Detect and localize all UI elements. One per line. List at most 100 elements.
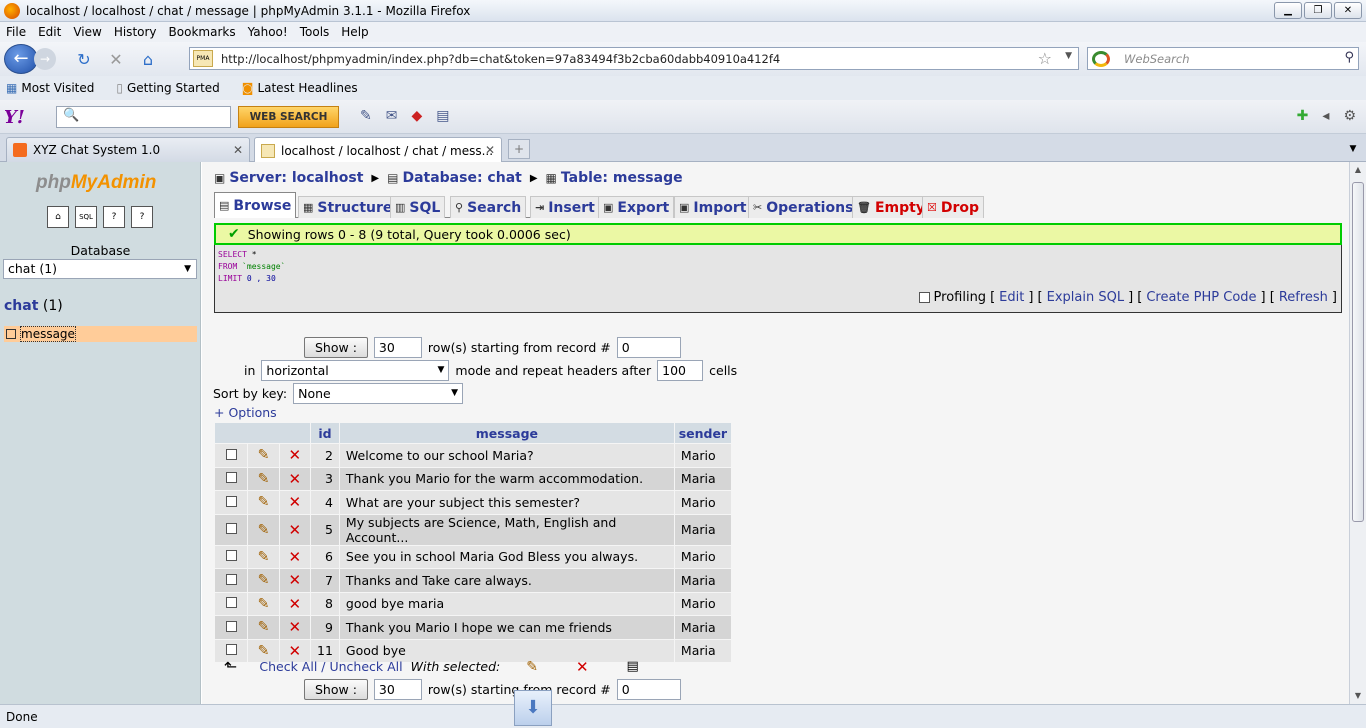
close-tab-icon[interactable]: ✕ bbox=[233, 143, 243, 157]
bookmark-getting-started[interactable]: ▯ Getting Started bbox=[116, 81, 219, 95]
edit-pencil-icon[interactable]: ✎ bbox=[258, 494, 270, 510]
column-header-message[interactable]: message bbox=[339, 423, 674, 443]
show-button[interactable]: Show : bbox=[304, 337, 368, 358]
tab-xyz-chat[interactable]: XYZ Chat System 1.0 ✕ bbox=[6, 137, 250, 162]
edit-pencil-icon[interactable]: ✎ bbox=[258, 596, 270, 612]
delete-x-icon[interactable]: ✕ bbox=[289, 548, 302, 566]
mail-icon[interactable]: ✉ bbox=[386, 108, 398, 124]
rows-input[interactable]: 30 bbox=[373, 337, 422, 358]
delete-x-icon[interactable]: ✕ bbox=[289, 493, 302, 511]
sort-select[interactable]: None ▼ bbox=[293, 383, 464, 404]
tab-import[interactable]: ▣ Import bbox=[674, 196, 752, 218]
row-checkbox[interactable] bbox=[225, 550, 237, 562]
db-link[interactable]: chat bbox=[4, 298, 38, 314]
options-toggle[interactable]: + Options bbox=[214, 405, 277, 420]
create-php-code-link[interactable]: Create PHP Code bbox=[1146, 290, 1256, 305]
tab-drop[interactable]: ☒ Drop bbox=[922, 196, 985, 218]
vertical-scrollbar[interactable]: ▲ ▼ bbox=[1349, 162, 1366, 704]
minimize-button[interactable]: ▁ bbox=[1274, 2, 1302, 19]
menu-view[interactable]: View bbox=[73, 25, 101, 39]
toolbar-notepad-icon[interactable]: ✎ bbox=[360, 108, 372, 124]
sidebar-item-message[interactable]: message bbox=[4, 326, 197, 342]
url-bar[interactable]: PMA http://localhost/phpmyadmin/index.ph… bbox=[189, 47, 1079, 70]
edit-pencil-icon[interactable]: ✎ bbox=[258, 522, 270, 538]
menu-bookmarks[interactable]: Bookmarks bbox=[169, 25, 236, 39]
database-select[interactable]: chat (1) ▼ bbox=[3, 259, 197, 279]
menu-edit[interactable]: Edit bbox=[38, 25, 61, 39]
bookmarks-icon[interactable]: ▤ bbox=[436, 108, 449, 124]
row-checkbox[interactable] bbox=[225, 448, 237, 460]
tab-sql[interactable]: ▥ SQL bbox=[390, 196, 446, 218]
refresh-link[interactable]: Refresh bbox=[1279, 290, 1328, 305]
maximize-button[interactable]: ❐ bbox=[1304, 2, 1332, 19]
row-checkbox[interactable] bbox=[225, 523, 237, 534]
export-selected-icon[interactable]: ▤ bbox=[627, 659, 639, 674]
search-bar[interactable]: WebSearch ⚲ bbox=[1087, 47, 1359, 70]
edit-link[interactable]: Edit bbox=[999, 290, 1024, 305]
repeat-headers-input[interactable]: 100 bbox=[657, 360, 704, 381]
reload-icon[interactable]: ↻ bbox=[74, 50, 94, 69]
games-icon[interactable]: ◆ bbox=[411, 108, 422, 124]
menu-file[interactable]: File bbox=[6, 25, 26, 39]
edit-pencil-icon[interactable]: ✎ bbox=[258, 471, 270, 487]
tab-empty[interactable]: 🗑 Empty bbox=[852, 196, 930, 218]
delete-x-icon[interactable]: ✕ bbox=[289, 470, 302, 488]
forward-button[interactable]: → bbox=[34, 48, 56, 70]
start-record-input-bottom[interactable]: 0 bbox=[616, 679, 681, 700]
delete-x-icon[interactable]: ✕ bbox=[289, 446, 302, 464]
yahoo-search-input[interactable]: 🔍 bbox=[56, 106, 231, 128]
delete-x-icon[interactable]: ✕ bbox=[289, 595, 302, 613]
tab-export[interactable]: ▣ Export bbox=[598, 196, 675, 218]
explain-sql-link[interactable]: Explain SQL bbox=[1047, 290, 1124, 305]
breadcrumb-table[interactable]: Table: message bbox=[561, 170, 683, 186]
rows-input-bottom[interactable]: 30 bbox=[373, 679, 422, 700]
display-mode-select[interactable]: horizontal ▼ bbox=[261, 360, 450, 381]
home-icon[interactable]: ⌂ bbox=[47, 206, 69, 228]
delete-x-icon[interactable]: ✕ bbox=[289, 521, 302, 539]
phpmyadmin-logo[interactable]: phpMyAdmin bbox=[36, 172, 156, 194]
tab-browse[interactable]: ▤ Browse bbox=[214, 192, 297, 218]
check-all-link[interactable]: Check All bbox=[259, 659, 317, 674]
search-engine-icon[interactable] bbox=[1092, 50, 1110, 67]
close-window-button[interactable]: ✕ bbox=[1334, 2, 1362, 19]
edit-selected-icon[interactable]: ✎ bbox=[526, 659, 538, 675]
url-text[interactable]: http://localhost/phpmyadmin/index.php?db… bbox=[221, 52, 780, 66]
tab-list-dropdown-icon[interactable]: ▼ bbox=[1344, 140, 1362, 158]
tab-phpmyadmin[interactable]: localhost / localhost / chat / mess... ✕ bbox=[254, 137, 502, 163]
download-arrow-icon[interactable]: ⬇ bbox=[514, 690, 552, 726]
table-link[interactable]: message bbox=[20, 326, 76, 342]
breadcrumb-database[interactable]: Database: chat bbox=[402, 170, 521, 186]
query-window-icon[interactable]: SQL bbox=[75, 206, 97, 228]
delete-x-icon[interactable]: ✕ bbox=[289, 571, 302, 589]
bookmark-latest-headlines[interactable]: ◙ Latest Headlines bbox=[242, 81, 358, 95]
settings-gear-icon[interactable]: ⚙ bbox=[1343, 108, 1356, 124]
new-tab-button[interactable]: + bbox=[508, 139, 530, 159]
url-dropdown-icon[interactable]: ▼ bbox=[1065, 51, 1072, 61]
tab-structure[interactable]: ▦ Structure bbox=[298, 196, 398, 218]
menu-tools[interactable]: Tools bbox=[300, 25, 330, 39]
help-icon[interactable]: ? bbox=[131, 206, 153, 228]
docs-icon[interactable]: ? bbox=[103, 206, 125, 228]
profiling-checkbox[interactable] bbox=[918, 292, 930, 303]
column-header-sender[interactable]: sender bbox=[674, 423, 731, 443]
edit-pencil-icon[interactable]: ✎ bbox=[258, 549, 270, 565]
menu-history[interactable]: History bbox=[114, 25, 157, 39]
scroll-left-icon[interactable]: ◂ bbox=[1322, 108, 1329, 124]
bookmark-most-visited[interactable]: ▦ Most Visited bbox=[6, 81, 94, 95]
scroll-up-icon[interactable]: ▲ bbox=[1350, 162, 1366, 178]
stop-icon[interactable]: ✕ bbox=[106, 50, 126, 69]
breadcrumb-server[interactable]: Server: localhost bbox=[229, 170, 363, 186]
edit-pencil-icon[interactable]: ✎ bbox=[258, 572, 270, 588]
column-header-id[interactable]: id bbox=[311, 423, 339, 443]
tab-operations[interactable]: ✂ Operations bbox=[748, 196, 859, 218]
uncheck-all-link[interactable]: Uncheck All bbox=[329, 659, 402, 674]
show-button-bottom[interactable]: Show : bbox=[304, 679, 368, 700]
row-checkbox[interactable] bbox=[225, 495, 237, 507]
edit-pencil-icon[interactable]: ✎ bbox=[258, 447, 270, 463]
row-checkbox[interactable] bbox=[225, 644, 237, 656]
close-tab-icon[interactable]: ✕ bbox=[485, 143, 495, 157]
row-checkbox[interactable] bbox=[225, 472, 237, 484]
delete-selected-icon[interactable]: ✕ bbox=[576, 658, 589, 676]
web-search-button[interactable]: WEB SEARCH bbox=[238, 106, 339, 128]
search-placeholder[interactable]: WebSearch bbox=[1124, 52, 1190, 66]
